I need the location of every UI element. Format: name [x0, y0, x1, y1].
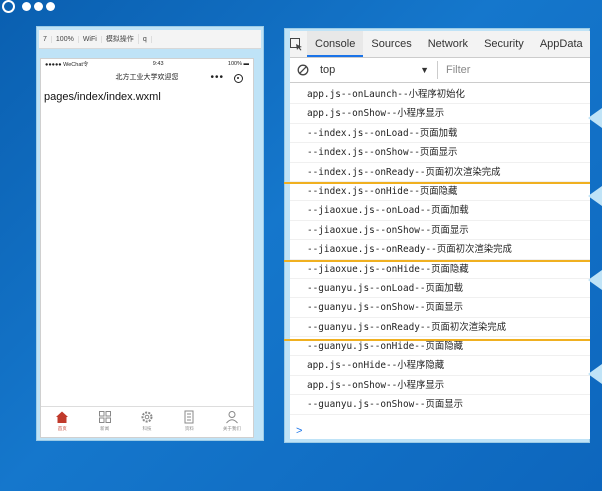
simulator-toolbar: 7 100% WiFi 模拟操作 q: [39, 30, 261, 49]
console-log-line: app.js--onHide--小程序隐藏: [290, 356, 590, 376]
tab-tech[interactable]: 科技: [126, 407, 168, 437]
document-icon: [184, 410, 194, 424]
toolbar-device[interactable]: 7: [39, 35, 52, 43]
phone-screen: ●●●●● WeChat令 9:43 100% ▬ 北方工业大学欢迎您 ••• …: [40, 58, 254, 438]
console-log-line: --guanyu.js--onLoad--页面加载: [290, 279, 590, 299]
console-log-line: --index.js--onHide--页面隐藏: [290, 182, 590, 202]
tab-home[interactable]: 首页: [41, 407, 83, 437]
console-toolbar: top ▼ Filter: [290, 58, 590, 83]
dot-icon: [22, 2, 31, 11]
tab-label: 资料: [184, 427, 194, 432]
arrow-icon: [588, 108, 602, 128]
gear-icon: [141, 411, 153, 423]
tab-label: 科技: [142, 427, 152, 432]
battery: 100% ▬: [227, 61, 249, 67]
page-path: pages/index/index.wxml: [44, 91, 161, 103]
console-log-line: --jiaoxue.js--onReady--页面初次渲染完成: [290, 240, 590, 260]
section-divider: [284, 182, 590, 184]
context-value: top: [320, 64, 336, 76]
tab-network[interactable]: Network: [420, 31, 476, 57]
toolbar-search[interactable]: q: [139, 35, 152, 43]
tab-security[interactable]: Security: [476, 31, 532, 57]
tab-label: 新闻: [100, 427, 110, 432]
filter-input[interactable]: Filter: [438, 64, 470, 76]
console-log-line: --guanyu.js--onShow--页面显示: [290, 298, 590, 318]
section-divider: [284, 339, 590, 341]
console-log-line: --index.js--onReady--页面初次渲染完成: [290, 163, 590, 182]
dot-icon: [34, 2, 43, 11]
logo-icon: [2, 0, 15, 13]
console-log-line: app.js--onLaunch--小程序初始化: [290, 85, 590, 105]
close-capsule-icon[interactable]: [234, 73, 243, 83]
toolbar-simulate[interactable]: 模拟操作: [102, 34, 139, 44]
dropdown-arrow-icon: ▼: [420, 65, 429, 75]
nav-title: 北方工业大学欢迎您: [115, 74, 179, 81]
console-log-list: app.js--onLaunch--小程序初始化 app.js--onShow--…: [290, 85, 590, 415]
tab-label: 首页: [57, 427, 67, 432]
console-log-line: --jiaoxue.js--onHide--页面隐藏: [290, 260, 590, 279]
arrow-icon: [588, 270, 602, 290]
tab-sources[interactable]: Sources: [363, 31, 419, 57]
console-log-line: --index.js--onShow--页面显示: [290, 143, 590, 163]
grid-icon: [98, 411, 111, 423]
section-divider: [284, 260, 590, 262]
clear-console-icon[interactable]: [290, 64, 316, 76]
console-log-line: --index.js--onLoad--页面加载: [290, 124, 590, 144]
arrow-icon: [588, 186, 602, 206]
toolbar-network[interactable]: WiFi: [79, 35, 102, 43]
carrier: ●●●●● WeChat令: [45, 62, 89, 68]
console-log-line: app.js--onShow--小程序显示: [290, 376, 590, 396]
devtools-panel: Console Sources Network Security AppData…: [290, 31, 590, 439]
tab-console[interactable]: Console: [307, 31, 364, 57]
clock: 9:43: [152, 61, 164, 67]
tab-appdata[interactable]: AppData: [532, 31, 591, 57]
console-log-line: --jiaoxue.js--onShow--页面显示: [290, 221, 590, 241]
toolbar-zoom[interactable]: 100%: [52, 35, 79, 43]
console-prompt[interactable]: >: [296, 425, 302, 437]
nav-bar: 北方工业大学欢迎您 •••: [41, 69, 253, 87]
console-log-line: app.js--onShow--小程序显示: [290, 104, 590, 124]
top-logo-badge: [0, 0, 80, 16]
status-bar: ●●●●● WeChat令 9:43 100% ▬: [41, 59, 253, 69]
console-log-line: --jiaoxue.js--onLoad--页面加载: [290, 201, 590, 221]
inspect-element-icon[interactable]: [290, 37, 303, 51]
tab-about[interactable]: 关于我们: [211, 407, 253, 437]
devtools-tabs: Console Sources Network Security AppData: [290, 31, 590, 58]
tab-docs[interactable]: 资料: [168, 407, 210, 437]
capsule-menu[interactable]: •••: [210, 73, 243, 83]
home-icon: [56, 411, 69, 423]
tab-bar: 首页 新闻 科技 资料 关于我们: [41, 406, 253, 437]
console-log-line: --guanyu.js--onShow--页面显示: [290, 395, 590, 415]
user-icon: [225, 411, 238, 424]
more-icon[interactable]: •••: [210, 73, 224, 83]
context-selector[interactable]: top ▼: [316, 61, 438, 79]
arrow-icon: [588, 364, 602, 384]
tab-label: 关于我们: [222, 427, 241, 432]
dot-icon: [46, 2, 55, 11]
tab-news[interactable]: 新闻: [83, 407, 125, 437]
console-log-line: --guanyu.js--onReady--页面初次渲染完成: [290, 318, 590, 338]
